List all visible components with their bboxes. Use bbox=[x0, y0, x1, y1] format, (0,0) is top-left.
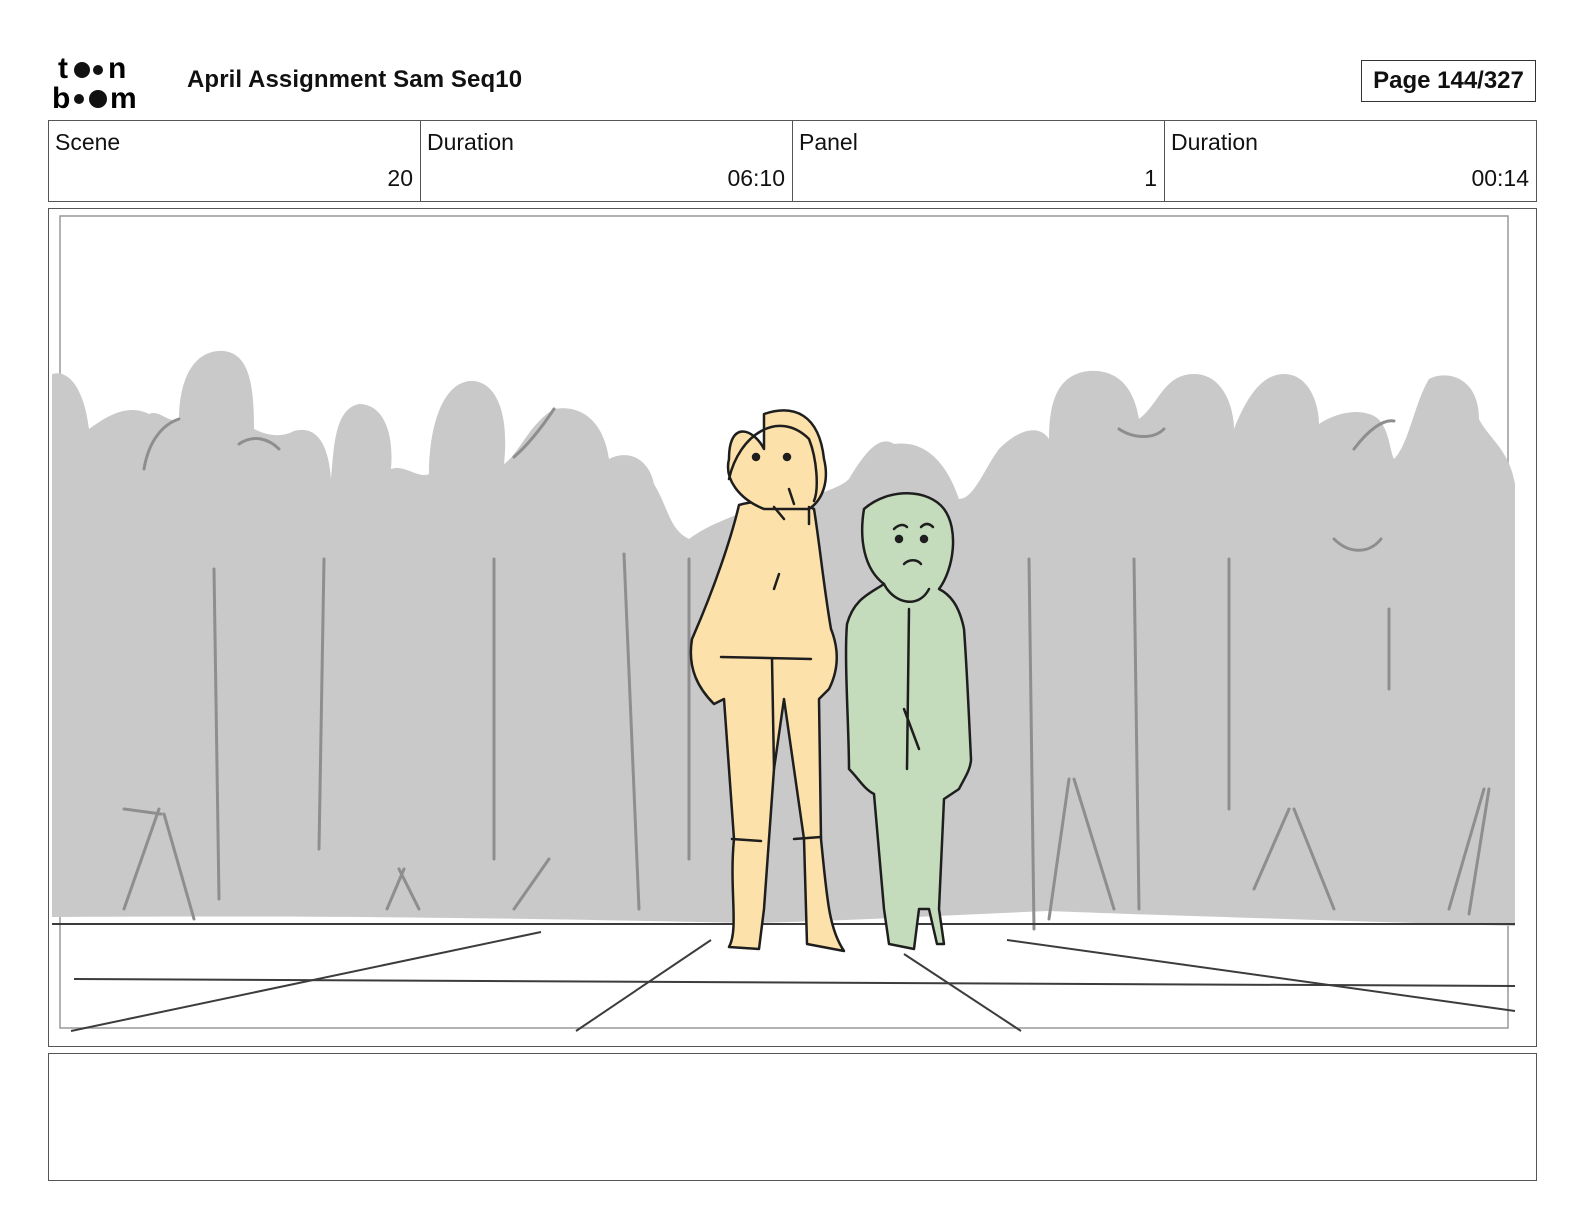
project-title: April Assignment Sam Seq10 bbox=[187, 66, 523, 93]
panel-duration-value: 00:14 bbox=[1471, 165, 1529, 191]
storyboard-panel bbox=[48, 208, 1537, 1047]
panel-label: Panel bbox=[799, 129, 858, 155]
svg-text:m: m bbox=[110, 82, 137, 112]
panel-duration-label: Duration bbox=[1171, 129, 1258, 155]
scene-info-table: Scene 20 Duration 06:10 Panel 1 Duration… bbox=[48, 120, 1537, 202]
panel-duration-cell: Duration 00:14 bbox=[1165, 121, 1536, 201]
scene-value: 20 bbox=[387, 165, 413, 191]
panel-notes-box bbox=[48, 1053, 1537, 1181]
panel-drawing bbox=[52, 215, 1516, 1032]
scene-duration-cell: Duration 06:10 bbox=[421, 121, 793, 201]
svg-text:n: n bbox=[108, 52, 126, 85]
toonboom-logo: t n b m bbox=[52, 52, 137, 112]
scene-label: Scene bbox=[55, 129, 121, 155]
panel-cell: Panel 1 bbox=[793, 121, 1165, 201]
scene-cell: Scene 20 bbox=[49, 121, 421, 201]
svg-text:b: b bbox=[52, 82, 70, 112]
scene-duration-value: 06:10 bbox=[727, 165, 785, 191]
scene-duration-label: Duration bbox=[427, 129, 514, 155]
svg-text:t: t bbox=[58, 52, 68, 85]
page-number: Page 144/327 bbox=[1361, 60, 1536, 102]
floor-perspective-lines bbox=[52, 923, 1516, 1032]
panel-value: 1 bbox=[1144, 165, 1157, 191]
